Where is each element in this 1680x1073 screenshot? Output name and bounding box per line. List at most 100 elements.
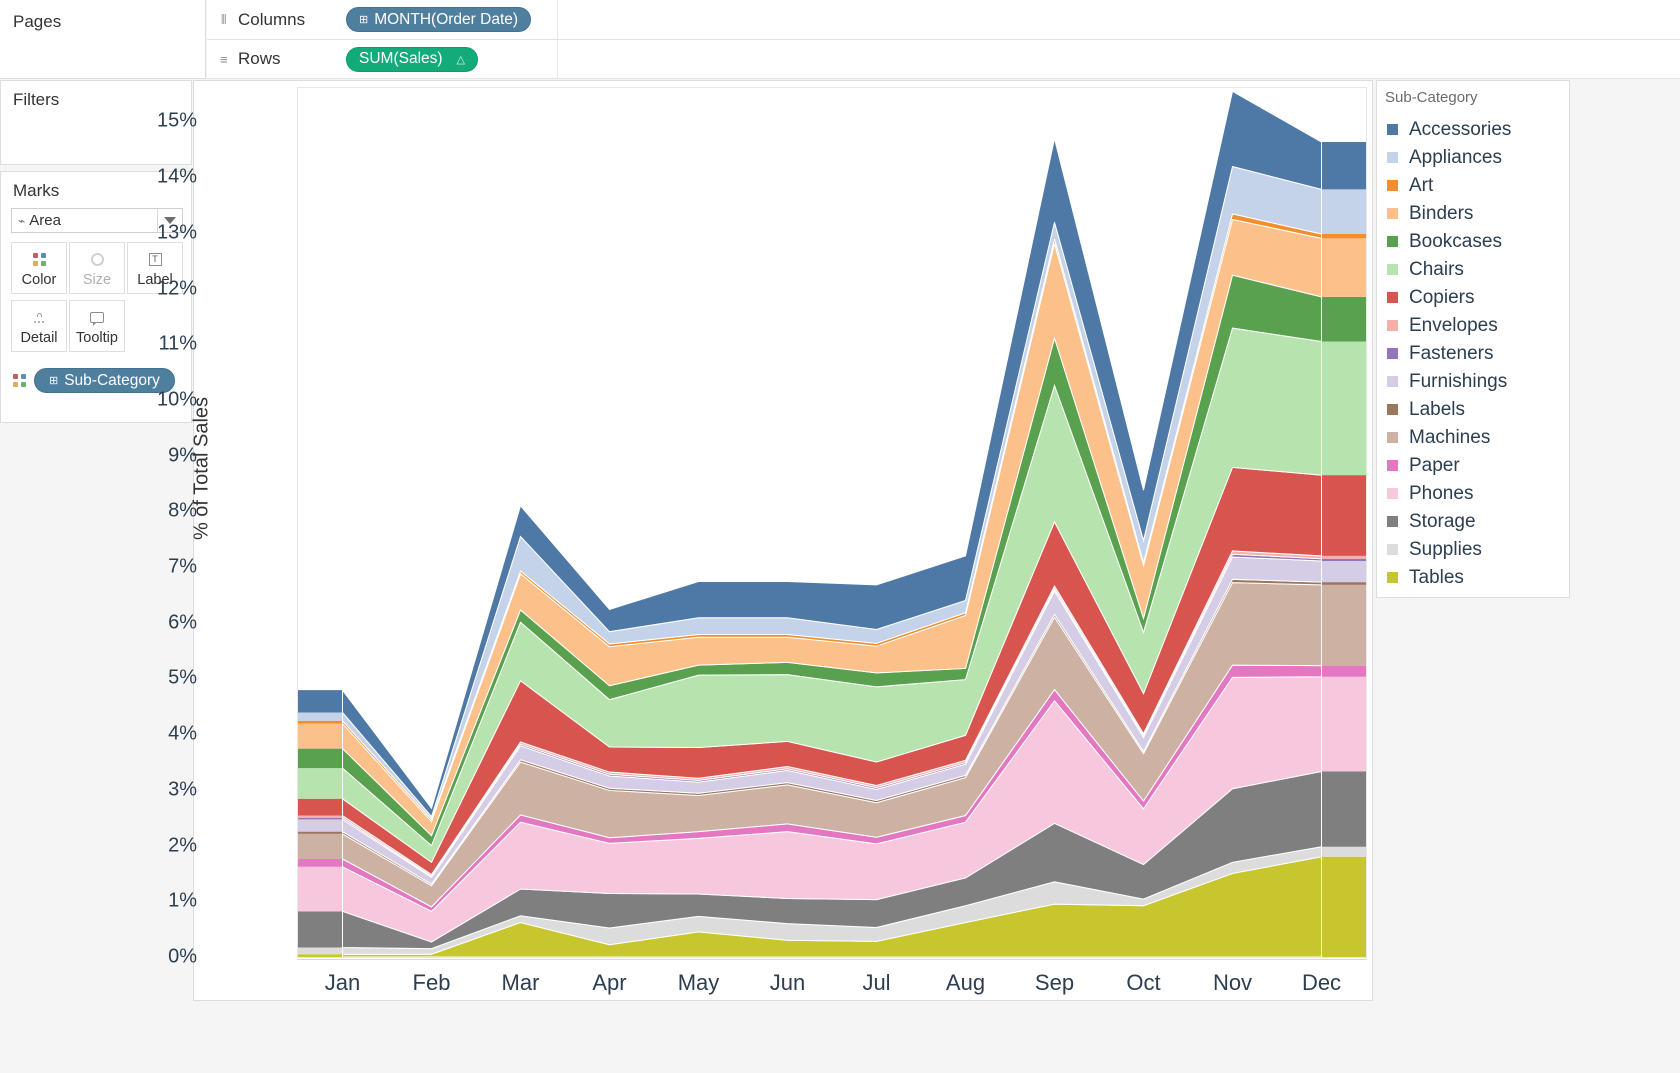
legend-swatch-icon (1387, 235, 1398, 247)
legend-item-label: Machines (1409, 426, 1491, 448)
legend-item-label: Furnishings (1409, 370, 1508, 392)
legend-item-label: Appliances (1409, 146, 1502, 168)
legend-swatch-icon (1387, 375, 1398, 387)
legend-item-paper[interactable]: Paper (1377, 451, 1569, 479)
rows-shelf[interactable]: ≡ Rows SUM(Sales) △ (207, 40, 1680, 79)
legend-item-chairs[interactable]: Chairs (1377, 255, 1569, 283)
legend-item-furnishings[interactable]: Furnishings (1377, 367, 1569, 395)
legend-item-supplies[interactable]: Supplies (1377, 535, 1569, 563)
pill-label: Sub-Category (64, 371, 160, 389)
area-series-edge-art (1321, 233, 1366, 239)
area-series-edge-envelopes (298, 815, 343, 818)
area-series-edge-appliances (298, 712, 343, 721)
area-series-edge-paper (298, 858, 343, 867)
area-series-edge-storage (1321, 771, 1366, 847)
area-series-edge-supplies (298, 947, 343, 955)
y-axis-tick-label: 2% (168, 834, 197, 857)
legend-item-machines[interactable]: Machines (1377, 423, 1569, 451)
area-series-edge-chairs (298, 768, 343, 799)
legend-item-label: Tables (1409, 566, 1464, 588)
legend-item-label: Bookcases (1409, 230, 1502, 252)
x-axis-rule (297, 959, 1367, 960)
rows-label: Rows (238, 49, 281, 68)
legend-item-envelopes[interactable]: Envelopes (1377, 311, 1569, 339)
x-axis-tick-label: Dec (1301, 970, 1342, 995)
legend-item-label: Phones (1409, 482, 1474, 504)
pages-label: Pages (13, 12, 62, 31)
legend-swatch-icon (1387, 459, 1398, 471)
y-axis-tick-label: 15% (156, 109, 197, 132)
y-axis-tick-label: 1% (168, 889, 197, 912)
legend-swatch-icon (1387, 515, 1398, 527)
y-axis-tick-label: 0% (168, 945, 197, 968)
tableau-worksheet: Pages ⦀ Columns ⊞ MONTH(Order Date) ≡ Ro… (0, 0, 1680, 1073)
y-axis-tick-label: 5% (168, 666, 197, 689)
area-series-edge-labels (298, 831, 343, 834)
legend-swatch-icon (1387, 543, 1398, 555)
area-series-edge-tables (1321, 856, 1366, 957)
columns-grid-icon: ⦀ (220, 12, 228, 27)
marks-color-button[interactable]: Color (11, 242, 67, 294)
legend-item-label: Accessories (1409, 118, 1512, 140)
area-series-edge-bookcases (298, 748, 343, 769)
stacked-area-svg (298, 90, 1366, 957)
dimension-icon: ⊞ (359, 14, 369, 26)
legend-item-fasteners[interactable]: Fasteners (1377, 339, 1569, 367)
legend-item-label: Labels (1409, 398, 1465, 420)
color-legend: Sub-Category Accessories Appliances Art Bin… (1376, 80, 1570, 598)
legend-item-binders[interactable]: Binders (1377, 199, 1569, 227)
legend-swatch-icon (1387, 291, 1398, 303)
area-series-edge-phones (1321, 676, 1366, 772)
pill-month-order-date[interactable]: ⊞ MONTH(Order Date) (346, 7, 532, 32)
shelf-divider (557, 0, 558, 39)
legend-item-label: Supplies (1409, 538, 1482, 560)
mark-type-value: Area (29, 212, 61, 229)
y-axis-tick-label: 9% (168, 444, 197, 467)
filters-title: Filters (13, 90, 60, 109)
legend-swatch-icon (1387, 123, 1398, 135)
area-series-edge-copiers (1321, 475, 1366, 556)
y-axis-tick-label: 8% (168, 499, 197, 522)
area-series-edge-furnishings (1321, 560, 1366, 583)
area-series-edge-art (298, 720, 343, 724)
pill-label: SUM(Sales) (359, 50, 443, 67)
y-axis-tick-label: 11% (158, 332, 197, 355)
y-axis-tick-label: 7% (168, 555, 197, 578)
pages-shelf[interactable]: Pages (0, 0, 206, 79)
y-axis-tick-label: 6% (168, 611, 197, 634)
y-axis-tick-label: 14% (156, 165, 197, 188)
legend-item-accessories[interactable]: Accessories (1377, 115, 1569, 143)
legend-item-storage[interactable]: Storage (1377, 507, 1569, 535)
legend-item-label: Fasteners (1409, 342, 1494, 364)
area-chart-icon: ⌁ (18, 213, 26, 228)
marks-title: Marks (13, 181, 60, 200)
legend-item-tables[interactable]: Tables (1377, 563, 1569, 591)
columns-shelf[interactable]: ⦀ Columns ⊞ MONTH(Order Date) (207, 0, 1680, 40)
label-text-icon: T (148, 249, 162, 271)
y-axis-tick-label: 12% (156, 277, 197, 300)
marks-detail-button[interactable]: Detail (11, 300, 67, 352)
legend-items: Accessories Appliances Art Binders Bookcases… (1377, 115, 1569, 591)
detail-dots-icon (32, 307, 47, 329)
legend-item-phones[interactable]: Phones (1377, 479, 1569, 507)
area-series-edge-copiers (298, 798, 343, 816)
worksheet-view: % of Total Sales 15% 14% 13% 12% 11% 10% 9% 8% 7… (157, 80, 1373, 1001)
legend-swatch-icon (1387, 207, 1398, 219)
legend-item-labels[interactable]: Labels (1377, 395, 1569, 423)
area-series-edge-tables (298, 954, 343, 957)
legend-item-art[interactable]: Art (1377, 171, 1569, 199)
y-axis-tick-label: 3% (168, 778, 197, 801)
legend-item-label: Binders (1409, 202, 1474, 224)
legend-item-copiers[interactable]: Copiers (1377, 283, 1569, 311)
area-series-edge-machines (298, 833, 343, 859)
pill-sum-sales[interactable]: SUM(Sales) △ (346, 46, 479, 72)
y-axis-tick-label: 4% (168, 722, 197, 745)
dimension-icon: ⊞ (49, 375, 59, 387)
shelf-divider (557, 40, 558, 78)
legend-item-bookcases[interactable]: Bookcases (1377, 227, 1569, 255)
legend-item-appliances[interactable]: Appliances (1377, 143, 1569, 171)
area-series-edge-accessories (298, 690, 343, 713)
y-axis-tick-label: 13% (156, 221, 197, 244)
size-circle-icon (90, 249, 104, 271)
area-series-edge-labels (1321, 582, 1366, 585)
